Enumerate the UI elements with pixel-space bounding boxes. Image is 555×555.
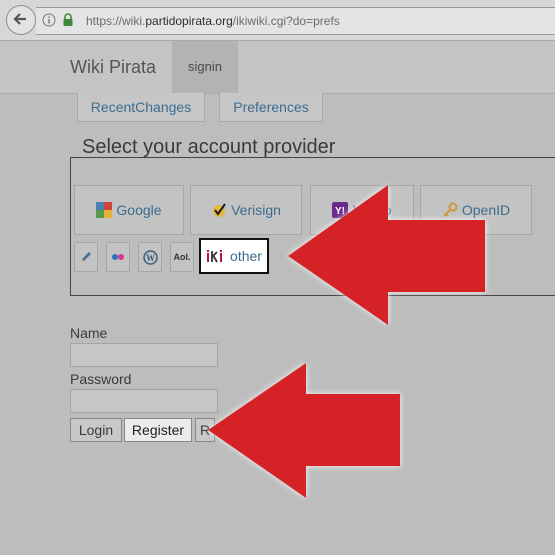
flickr-provider-button[interactable] bbox=[106, 242, 130, 272]
register-button[interactable]: Register bbox=[124, 418, 192, 442]
provider-section-title: Select your account provider bbox=[82, 136, 336, 158]
lock-icon bbox=[63, 13, 73, 26]
tab-recent-changes[interactable]: RecentChanges bbox=[77, 93, 205, 122]
site-header: Wiki Pirata signin bbox=[0, 41, 555, 94]
red-arrow-lower bbox=[208, 363, 400, 498]
livejournal-pencil-icon bbox=[81, 252, 91, 262]
wordpress-provider-button[interactable]: W bbox=[138, 242, 162, 272]
google-label: Google bbox=[116, 202, 162, 218]
info-icon[interactable] bbox=[42, 13, 56, 27]
password-label: Password bbox=[70, 371, 132, 387]
site-title[interactable]: Wiki Pirata bbox=[70, 57, 156, 78]
url-domain: partidopirata.org bbox=[145, 14, 233, 28]
aol-provider-button[interactable]: Aol. bbox=[170, 242, 194, 272]
back-arrow-icon bbox=[13, 13, 26, 25]
svg-text:W: W bbox=[146, 253, 155, 263]
url-text: https://wiki.partidopirata.org/ikiwiki.c… bbox=[86, 14, 340, 28]
wordpress-icon: W bbox=[142, 249, 158, 265]
other-provider-button[interactable]: other bbox=[199, 238, 269, 274]
verisign-label: Verisign bbox=[231, 202, 281, 218]
back-button[interactable] bbox=[6, 5, 36, 35]
address-bar[interactable]: https://wiki.partidopirata.org/ikiwiki.c… bbox=[36, 7, 555, 35]
aol-icon: Aol. bbox=[173, 252, 191, 262]
red-arrow-upper bbox=[288, 185, 485, 325]
name-label: Name bbox=[70, 325, 108, 341]
tab-preferences[interactable]: Preferences bbox=[219, 93, 323, 122]
browser-toolbar: https://wiki.partidopirata.org/ikiwiki.c… bbox=[0, 0, 555, 41]
password-field[interactable] bbox=[70, 389, 218, 413]
name-field[interactable] bbox=[70, 343, 218, 367]
ikiwiki-logo-icon bbox=[207, 250, 223, 263]
livejournal-provider-button[interactable] bbox=[74, 242, 98, 272]
other-label: other bbox=[230, 248, 262, 264]
signin-tab[interactable]: signin bbox=[172, 41, 238, 93]
flickr-icon bbox=[112, 254, 124, 260]
verisign-check-icon bbox=[213, 203, 226, 217]
google-provider-button[interactable]: Google bbox=[74, 185, 184, 235]
login-button[interactable]: Login bbox=[70, 418, 122, 442]
google-icon bbox=[96, 202, 113, 218]
